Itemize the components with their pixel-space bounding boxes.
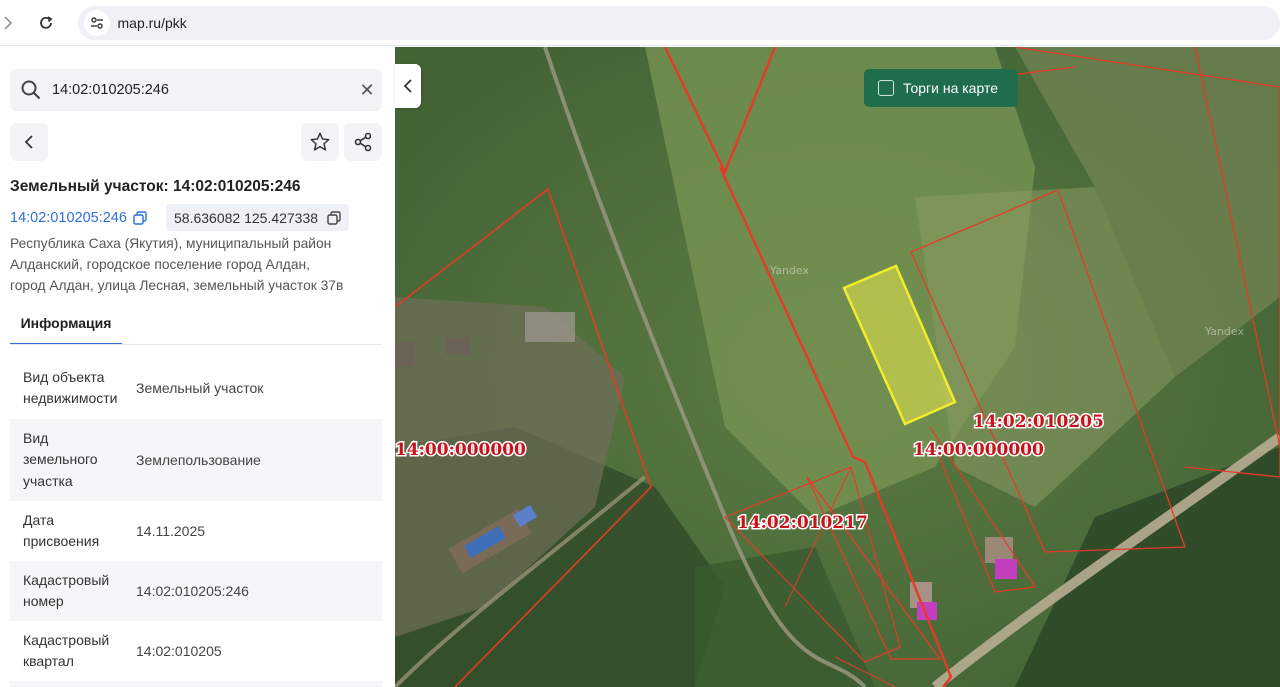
auction-toggle-button[interactable]: Торги на карте (864, 69, 1018, 107)
copy-icon[interactable] (133, 211, 147, 225)
address-line: город Алдан, улица Лесная, земельный уча… (10, 278, 344, 293)
address-bar[interactable]: map.ru/pkk (77, 5, 1280, 40)
info-key: Вид объекта недвижимости (10, 367, 136, 410)
coordinates-text: 58.636082 125.427338 (174, 209, 319, 226)
table-row: Кадастровый квартал 14:02:010205 (10, 621, 382, 681)
info-key-line: недвижимости (23, 390, 118, 406)
table-row: Кадастровый номер 14:02:010205:246 (10, 561, 382, 621)
map-canvas[interactable]: Yandex Yandex 14:00:000000 14:02:010205 … (395, 47, 1280, 687)
map-watermark: Yandex (1204, 325, 1244, 338)
info-key: Кадастровый квартал (10, 630, 136, 673)
browser-toolbar: map.ru/pkk (0, 0, 1280, 46)
info-value: Землепользование (136, 452, 261, 468)
auction-checkbox[interactable] (878, 80, 894, 96)
info-key-line: Кадастровый (23, 571, 110, 588)
tab-information[interactable]: Информация (10, 303, 122, 345)
reload-icon[interactable] (30, 7, 62, 39)
favorite-button[interactable] (301, 123, 339, 161)
chevron-left-icon (403, 79, 412, 93)
forward-arrow-icon[interactable] (0, 7, 16, 39)
satellite-map: Yandex Yandex 14:00:000000 14:02:010205 … (395, 47, 1280, 687)
info-key: Вид земельного участка (10, 428, 136, 493)
search-value[interactable]: 14:02:010205:246 (52, 82, 352, 98)
info-key: Дата присвоения (10, 510, 136, 553)
copy-icon[interactable] (327, 210, 341, 225)
object-title: Земельный участок: 14:02:010205:246 (10, 178, 301, 195)
url-text: map.ru/pkk (117, 14, 187, 31)
info-value: 14:02:010205:246 (136, 583, 249, 599)
address-line: Алданский, городское поселение город Алд… (10, 257, 310, 272)
table-row: Вид земельного участка Землепользование (10, 419, 382, 501)
cadastral-label: 14:02:010217 (737, 513, 868, 533)
info-key-line: Кадастровый (23, 631, 110, 648)
chevron-left-icon (24, 135, 33, 149)
info-key-line: земельного (23, 451, 98, 468)
info-key: Кадастровый номер (10, 570, 136, 613)
info-value: 14.11.2025 (136, 523, 206, 539)
info-key-line: участка (23, 472, 73, 489)
auction-label: Торги на карте (903, 80, 998, 96)
address-line: Республика Саха (Якутия), муниципальный … (10, 236, 332, 251)
share-button[interactable] (344, 123, 382, 161)
sidebar-panel: 14:02:010205:246 ✕ Земельный участок: 14… (0, 47, 395, 687)
cadastral-label: 14:00:000000 (913, 440, 1044, 460)
cad-number-link[interactable]: 14:02:010205:246 (10, 210, 127, 226)
search-icon (21, 80, 41, 100)
table-row: Вид объекта недвижимости Земельный участ… (10, 357, 382, 419)
clear-search-button[interactable]: ✕ (352, 80, 382, 101)
coordinates-chip[interactable]: 58.636082 125.427338 (166, 204, 350, 231)
info-table: Вид объекта недвижимости Земельный участ… (10, 357, 382, 687)
back-button[interactable] (10, 123, 48, 161)
star-icon (310, 132, 330, 151)
info-key-line: присвоения (23, 533, 100, 549)
info-value: Земельный участок (136, 380, 264, 396)
map-watermark: Yandex (769, 264, 809, 277)
tab-divider (10, 344, 382, 345)
site-info-icon[interactable] (83, 9, 110, 36)
search-input[interactable]: 14:02:010205:246 ✕ (10, 69, 382, 111)
info-key-line: квартал (23, 653, 74, 669)
cadastral-label: 14:02:010205 (973, 412, 1104, 432)
address-text: Республика Саха (Якутия), муниципальный … (10, 233, 390, 296)
info-key-line: номер (23, 593, 64, 609)
table-row (10, 681, 382, 687)
share-icon (354, 132, 372, 152)
info-key-line: Вид (23, 429, 49, 446)
cad-number-row: 14:02:010205:246 (10, 205, 147, 231)
info-value: 14:02:010205 (136, 643, 222, 659)
table-row: Дата присвоения 14.11.2025 (10, 501, 382, 561)
collapse-sidebar-button[interactable] (395, 64, 421, 108)
cadastral-label: 14:00:000000 (395, 440, 526, 460)
info-key-line: Дата (23, 511, 55, 528)
info-key-line: Вид объекта (23, 368, 105, 385)
